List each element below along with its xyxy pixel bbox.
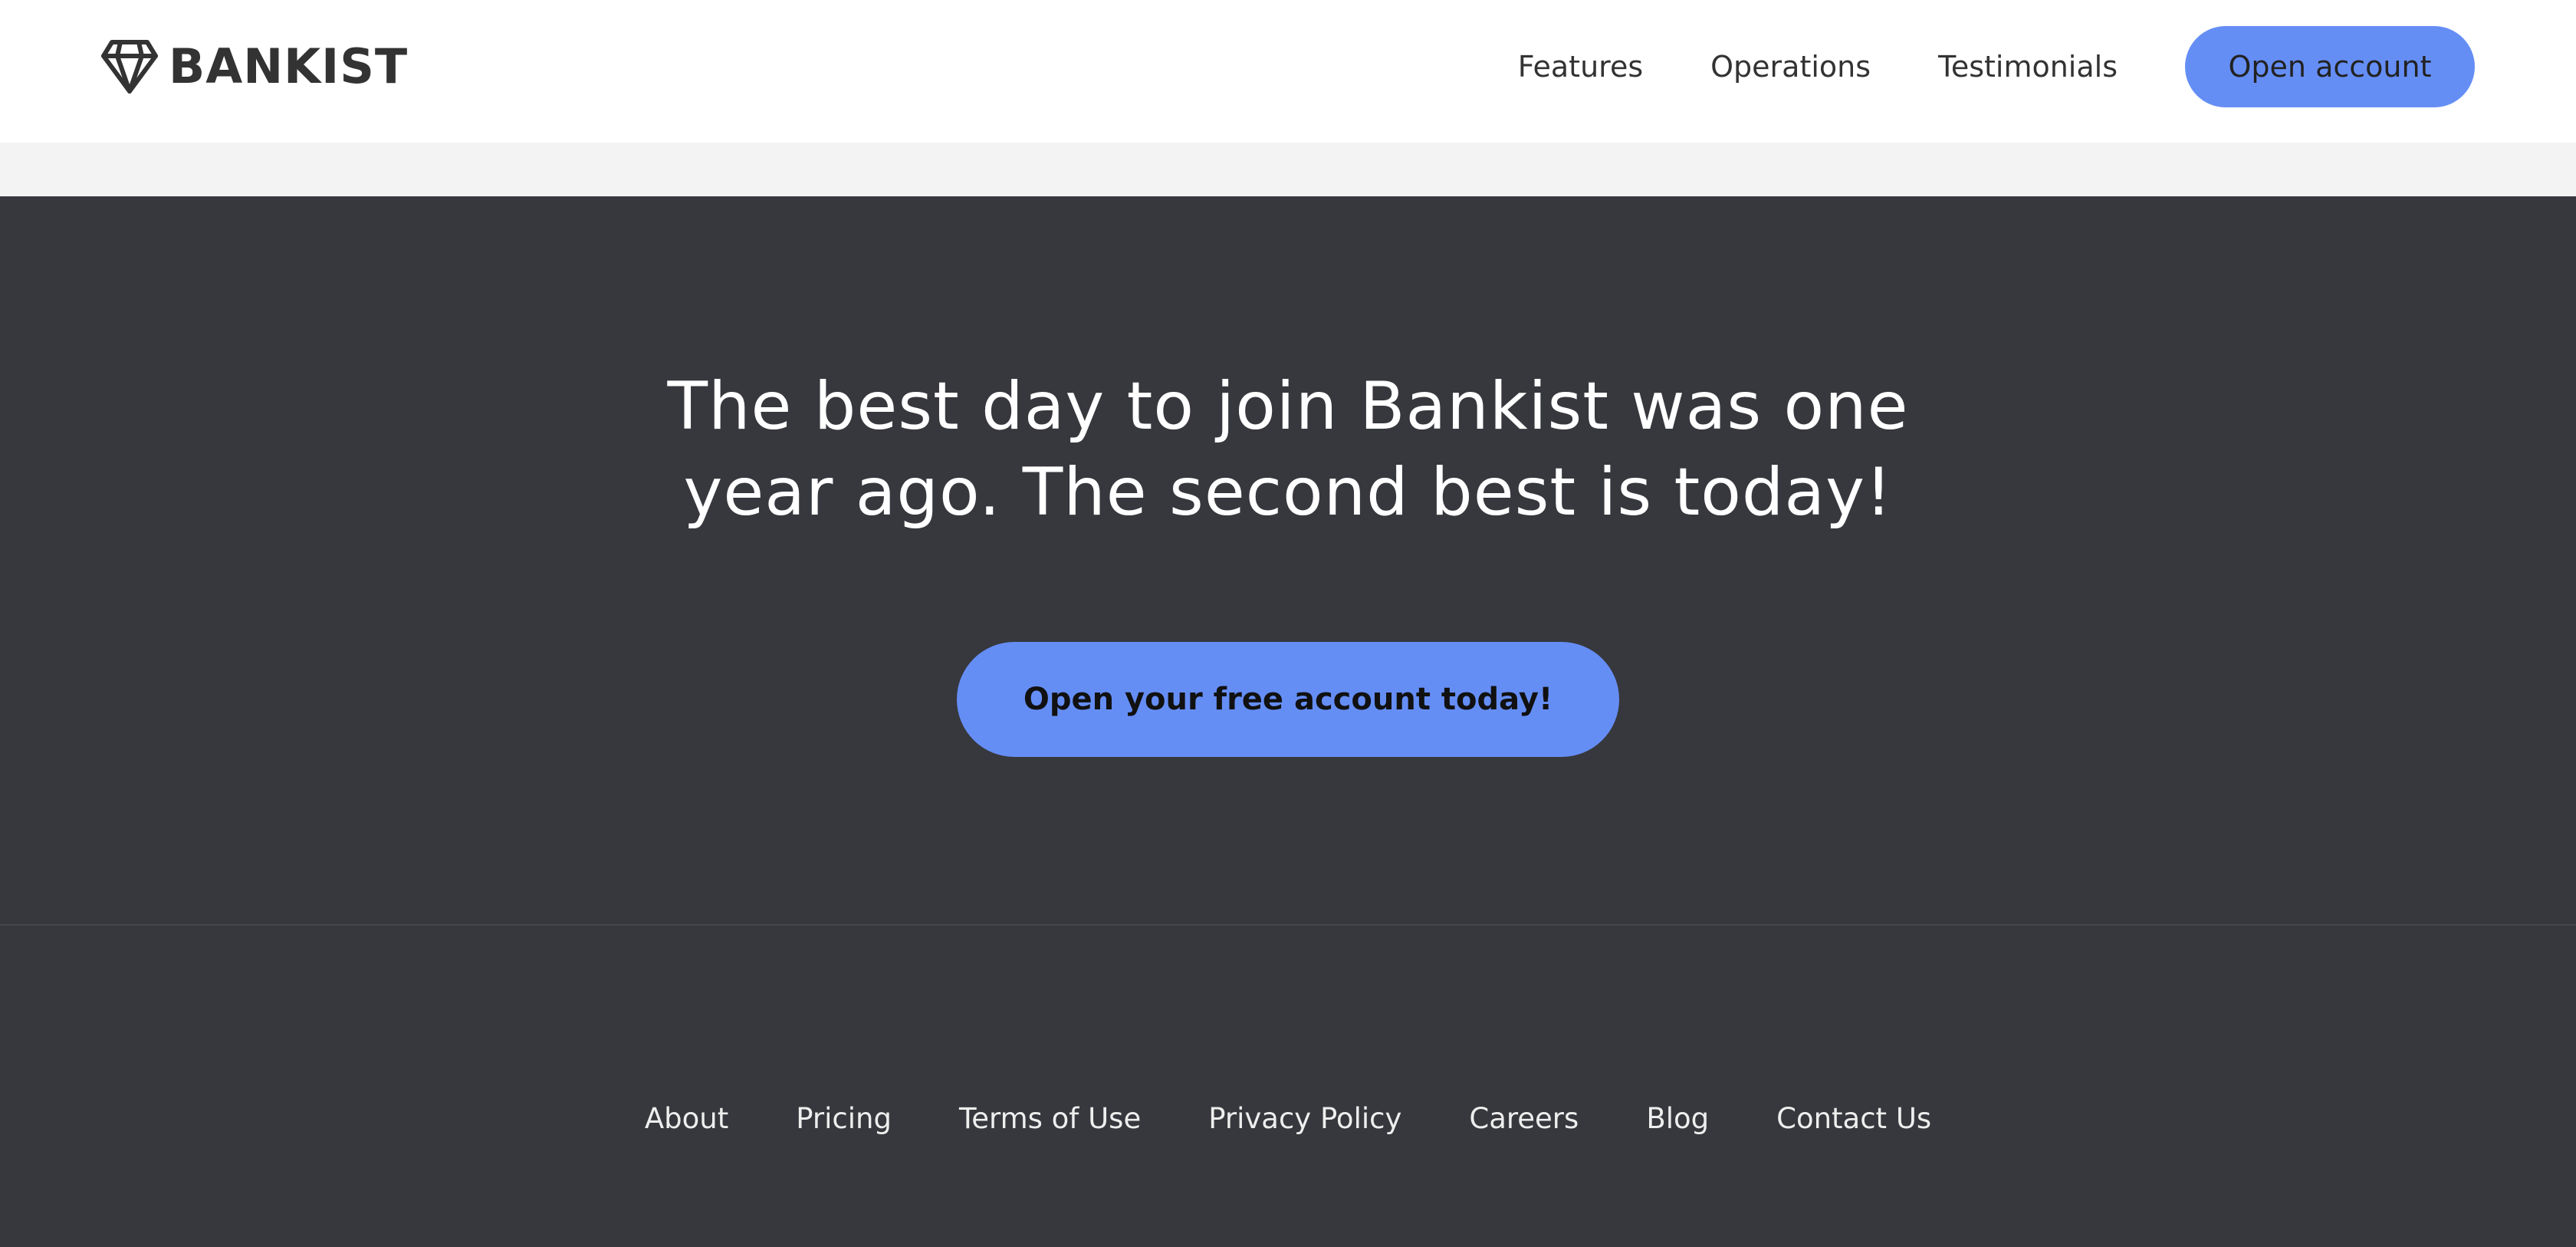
section-divider-strip [0,143,2576,196]
site-footer: About Pricing Terms of Use Privacy Polic… [0,927,2576,1247]
footer-link-careers[interactable]: Careers [1469,1102,1579,1135]
footer-nav: About Pricing Terms of Use Privacy Polic… [0,1102,2576,1135]
logo-text: BANKIST [169,38,409,94]
signup-section: The best day to join Bankist was one yea… [0,196,2576,926]
open-account-button[interactable]: Open account [2185,26,2475,107]
signup-heading: The best day to join Bankist was one yea… [0,364,2576,535]
diamond-icon [101,39,158,94]
open-free-account-button[interactable]: Open your free account today! [957,642,1619,757]
signup-heading-line-1: The best day to join Bankist was one [667,368,1909,445]
signup-heading-line-2: year ago. The second best is today! [683,454,1893,531]
main-nav: Features Operations Testimonials Open ac… [1518,26,2475,107]
page: BANKIST Features Operations Testimonials… [0,0,2576,1247]
nav-link-operations[interactable]: Operations [1710,50,1871,84]
footer-link-blog[interactable]: Blog [1646,1102,1709,1135]
nav-link-features[interactable]: Features [1518,50,1643,84]
nav-link-testimonials[interactable]: Testimonials [1938,50,2118,84]
footer-link-pricing[interactable]: Pricing [796,1102,892,1135]
logo-link[interactable]: BANKIST [101,38,408,94]
site-header: BANKIST Features Operations Testimonials… [0,0,2576,143]
footer-link-terms[interactable]: Terms of Use [959,1102,1141,1135]
footer-link-about[interactable]: About [645,1102,728,1135]
footer-link-privacy[interactable]: Privacy Policy [1208,1102,1401,1135]
footer-link-contact[interactable]: Contact Us [1776,1102,1931,1135]
